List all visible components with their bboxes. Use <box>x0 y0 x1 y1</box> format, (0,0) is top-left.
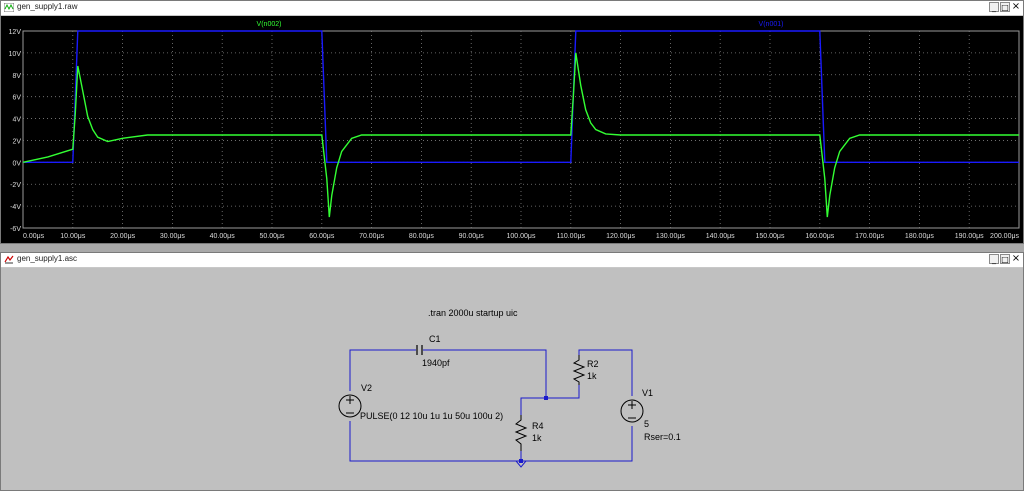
capacitor-c1[interactable] <box>416 345 423 355</box>
y-tick-label: 0V <box>12 160 21 167</box>
x-tick-label: 200.00μs <box>990 233 1019 240</box>
schematic-window: gen_supply1.asc _ □ × C1 1940pf V2 PULSE… <box>0 252 1024 491</box>
wire-node-r4[interactable] <box>520 397 546 415</box>
y-tick-label: -2V <box>10 182 21 189</box>
y-tick-label: 12V <box>9 29 22 36</box>
v1-ref-label: V1 <box>642 388 653 398</box>
schematic-window-title: gen_supply1.asc <box>17 254 78 263</box>
x-tick-label: 190.00μs <box>955 233 984 240</box>
x-tick-label: 70.00μs <box>359 233 385 240</box>
x-tick-label: 180.00μs <box>905 233 934 240</box>
schematic-icon <box>4 255 14 264</box>
x-tick-label: 90.00μs <box>459 233 485 240</box>
v1-rser-label: Rser=0.1 <box>644 432 681 442</box>
c1-ref-label: C1 <box>429 334 441 344</box>
plot-close-button[interactable]: × <box>1011 2 1021 12</box>
schematic-minimize-button[interactable]: _ <box>989 254 999 264</box>
y-tick-label: 6V <box>12 95 21 102</box>
x-tick-label: 170.00μs <box>855 233 884 240</box>
resistor-r2[interactable] <box>572 355 586 385</box>
x-tick-label: 80.00μs <box>409 233 435 240</box>
x-tick-label: 110.00μs <box>557 233 586 240</box>
x-tick-label: 120.00μs <box>606 233 635 240</box>
x-tick-label: 40.00μs <box>210 233 236 240</box>
trace-label[interactable]: V(n001) <box>759 21 784 28</box>
schematic-canvas[interactable]: C1 1940pf V2 PULSE(0 12 10u 1u 1u 50u 10… <box>1 268 1023 490</box>
y-tick-label: -4V <box>10 204 21 211</box>
y-tick-label: 10V <box>9 51 22 58</box>
x-tick-label: 0.00μs <box>23 233 45 240</box>
v2-value-label: PULSE(0 12 10u 1u 1u 50u 100u 2) <box>360 411 503 421</box>
plot-window-titlebar[interactable]: gen_supply1.raw _ □ × <box>1 1 1023 16</box>
resistor-r4[interactable] <box>514 415 528 451</box>
plot-window-title: gen_supply1.raw <box>17 2 78 11</box>
c1-value-label: 1940pf <box>422 358 450 368</box>
r4-ref-label: R4 <box>532 421 544 431</box>
wire-node-r2[interactable] <box>546 385 580 399</box>
x-tick-label: 30.00μs <box>160 233 186 240</box>
schematic-close-button[interactable]: × <box>1011 254 1021 264</box>
y-tick-label: 2V <box>12 138 21 145</box>
trace-label[interactable]: V(n002) <box>257 21 282 28</box>
x-tick-label: 140.00μs <box>706 233 735 240</box>
series-line-vn002[interactable] <box>22 52 1019 218</box>
x-tick-label: 100.00μs <box>507 233 536 240</box>
r2-ref-label: R2 <box>587 359 599 369</box>
x-tick-label: 150.00μs <box>756 233 785 240</box>
x-tick-label: 50.00μs <box>259 233 285 240</box>
series-line-vn001[interactable] <box>23 30 1019 164</box>
mdi-background <box>0 244 1024 252</box>
voltage-source-v1[interactable] <box>620 399 644 423</box>
plot-minimize-button[interactable]: _ <box>989 2 999 12</box>
y-tick-label: 4V <box>12 117 21 124</box>
x-tick-label: 160.00μs <box>805 233 834 240</box>
waveform-icon <box>4 3 14 12</box>
voltage-source-v2[interactable] <box>338 394 362 418</box>
schematic-restore-button[interactable]: □ <box>1000 254 1010 264</box>
waveform-plot[interactable]: 0.00μs 10.00μs 20.00μs 30.00μs 40.00μs 50.00μ… <box>1 16 1023 244</box>
wire-bottom-rail[interactable] <box>349 421 633 462</box>
spice-directive[interactable]: .tran 2000u startup uic <box>428 308 518 318</box>
x-tick-label: 60.00μs <box>309 233 335 240</box>
wire-v2-c1[interactable] <box>349 349 416 391</box>
v2-ref-label: V2 <box>361 383 372 393</box>
y-tick-label: -6V <box>10 226 21 233</box>
x-tick-label: 20.00μs <box>110 233 136 240</box>
plot-frame <box>22 30 1020 229</box>
plot-restore-button[interactable]: □ <box>1000 2 1010 12</box>
x-tick-label: 10.00μs <box>60 233 86 240</box>
v1-value-label: 5 <box>644 419 649 429</box>
plot-window: gen_supply1.raw _ □ × 0.00μs 10.00μs 20.00… <box>0 0 1024 244</box>
r4-value-label: 1k <box>532 433 542 443</box>
y-tick-label: 8V <box>12 73 21 80</box>
x-tick-label: 130.00μs <box>656 233 685 240</box>
r2-value-label: 1k <box>587 371 597 381</box>
schematic-window-titlebar[interactable]: gen_supply1.asc _ □ × <box>1 253 1023 268</box>
junction-dot <box>544 396 548 400</box>
